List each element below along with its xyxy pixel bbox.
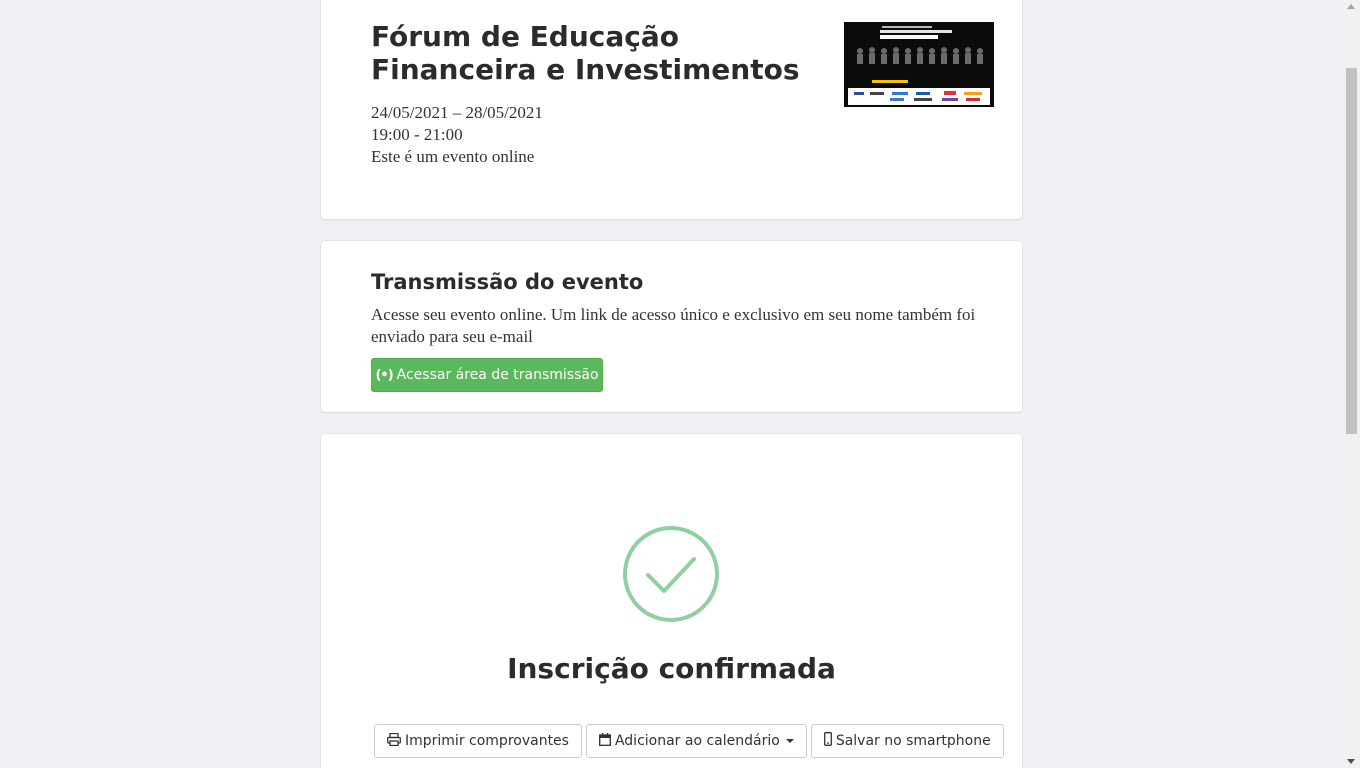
transmission-card: Transmissão do evento Acesse seu evento …: [321, 241, 1022, 412]
add-to-calendar-label: Adicionar ao calendário: [614, 733, 780, 749]
event-card: Fórum de Educação Financeira e Investime…: [321, 0, 1022, 219]
check-circle-icon: [622, 525, 720, 623]
event-time: 19:00 - 21:00: [371, 125, 463, 144]
access-transmission-label: Acessar área de transmissão: [396, 367, 599, 383]
event-banner-image[interactable]: [844, 22, 994, 107]
save-smartphone-label: Salvar no smartphone: [835, 733, 991, 749]
transmission-title: Transmissão do evento: [371, 270, 644, 294]
printer-icon: [387, 732, 401, 750]
event-location: Este é um evento online: [371, 147, 535, 166]
confirmation-actions: Imprimir comprovantes Adicionar ao calen…: [374, 724, 1004, 758]
scrollbar-thumb[interactable]: [1346, 68, 1357, 434]
caret-down-icon: [785, 739, 794, 743]
vertical-scrollbar[interactable]: [1343, 0, 1360, 768]
event-details: 24/05/2021 – 28/05/2021 19:00 - 21:00 Es…: [371, 102, 543, 168]
broadcast-icon: (•): [375, 367, 393, 383]
print-receipts-label: Imprimir comprovantes: [405, 733, 569, 749]
scroll-up-arrow-icon[interactable]: [1347, 4, 1355, 9]
confirmation-card: Inscrição confirmada Imprimir comprovant…: [321, 434, 1022, 768]
add-to-calendar-button[interactable]: Adicionar ao calendário: [585, 724, 807, 758]
scroll-down-arrow-icon[interactable]: [1347, 759, 1355, 764]
save-smartphone-button[interactable]: Salvar no smartphone: [810, 724, 1004, 758]
transmission-description: Acesse seu evento online. Um link de ace…: [371, 305, 976, 346]
event-date-range: 24/05/2021 – 28/05/2021: [371, 103, 543, 122]
calendar-icon: [599, 732, 611, 750]
event-title: Fórum de Educação Financeira e Investime…: [371, 20, 800, 86]
access-transmission-button[interactable]: (•) Acessar área de transmissão: [371, 358, 603, 392]
smartphone-icon: [823, 732, 832, 750]
confirmation-title: Inscrição confirmada: [507, 652, 836, 685]
print-receipts-button[interactable]: Imprimir comprovantes: [374, 724, 582, 758]
